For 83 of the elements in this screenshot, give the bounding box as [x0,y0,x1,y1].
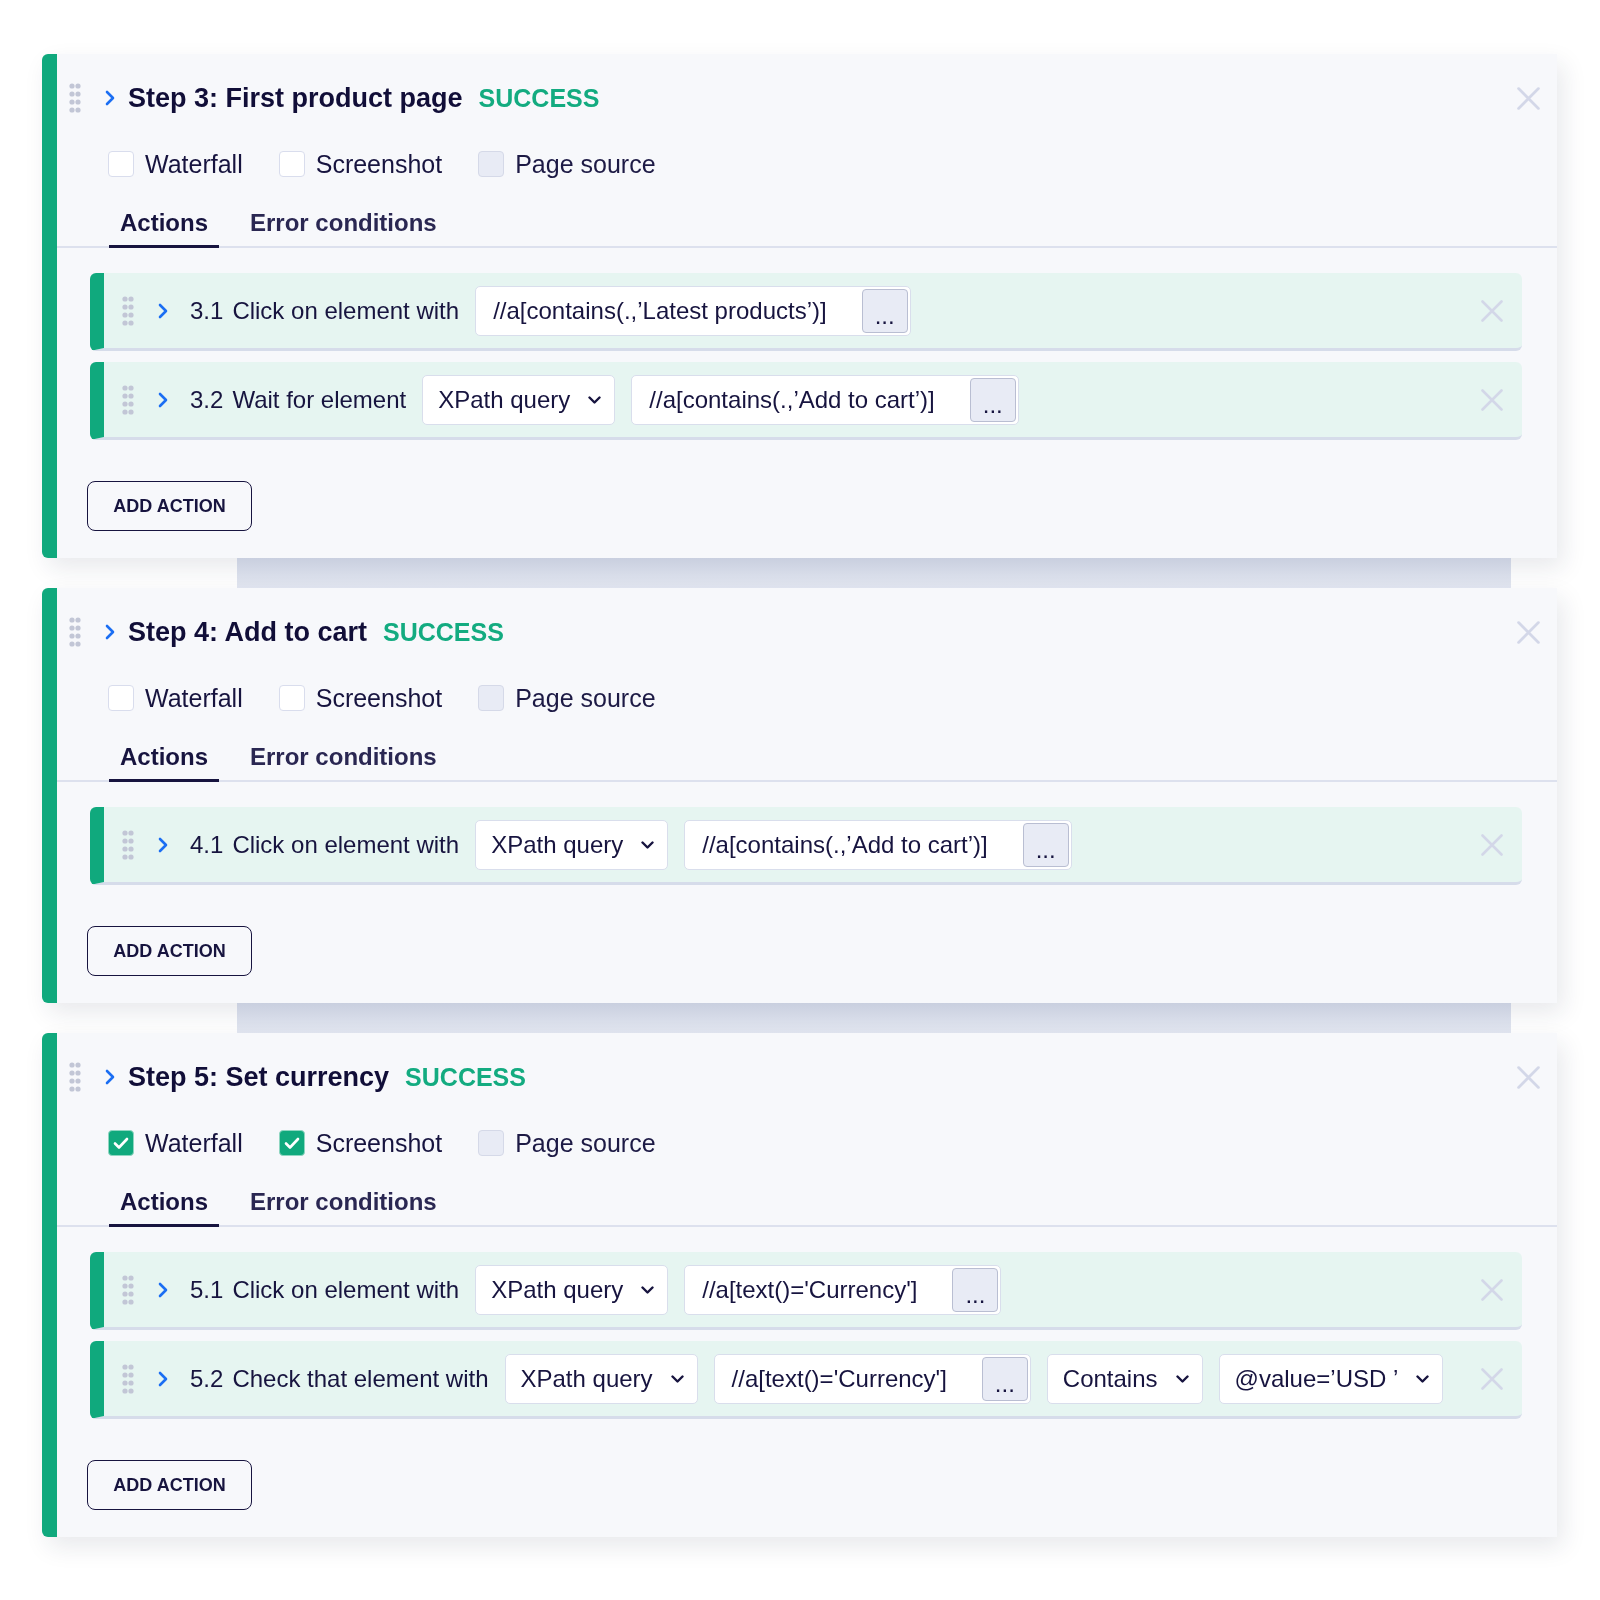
checkbox[interactable] [278,151,305,177]
status-label: SUCCESS [405,1062,526,1093]
more-options-button[interactable]: ... [969,377,1016,422]
dropdown[interactable]: XPath query [504,1353,698,1404]
close-icon[interactable] [1517,86,1540,110]
caret-down-icon [641,1285,655,1294]
tab[interactable]: Actions [109,735,219,782]
drag-handle-icon[interactable] [69,82,81,114]
chevron-right-icon[interactable] [158,391,168,408]
action-label: Wait for element [232,384,407,415]
close-icon[interactable] [1517,1065,1540,1089]
more-options-button[interactable]: ... [1022,822,1069,867]
dropdown[interactable]: @value=’USD ’ [1218,1353,1444,1404]
drag-handle-icon[interactable] [122,1362,134,1395]
drag-handle-icon[interactable] [122,1273,134,1306]
checkbox-label: Page source [515,149,656,179]
more-options-button[interactable]: ... [952,1267,999,1312]
action-label: Click on element with [232,295,460,326]
action-label: Click on element with [232,1274,460,1305]
add-action-button[interactable]: ADD ACTION [87,926,252,976]
step-title: Step 3: First product page [128,82,463,114]
chevron-right-icon[interactable] [158,836,168,853]
checkbox-label: Waterfall [145,1128,243,1158]
checkbox-label: Page source [515,1128,656,1158]
checkbox[interactable] [278,685,305,711]
checkbox[interactable] [278,1130,305,1156]
caret-down-icon [1416,1374,1430,1383]
action-number: 5.2 [190,1363,224,1394]
action-number: 3.2 [190,384,224,415]
tab[interactable]: Actions [109,201,219,248]
checkbox-label: Screenshot [315,1128,443,1158]
chevron-right-icon[interactable] [158,1281,168,1298]
checkbox-label: Waterfall [145,683,243,713]
chevron-right-icon[interactable] [105,1069,115,1085]
close-icon[interactable] [1481,1278,1503,1301]
checkbox-label: Screenshot [315,683,443,713]
add-action-button[interactable]: ADD ACTION [87,481,252,531]
step-title: Step 5: Set currency [128,1061,390,1093]
close-icon[interactable] [1481,833,1503,856]
drag-handle-icon[interactable] [122,828,134,861]
status-label: SUCCESS [478,83,600,114]
checkmark-icon [113,1136,129,1150]
chevron-right-icon[interactable] [158,302,168,319]
chevron-right-icon[interactable] [158,1370,168,1387]
status-label: SUCCESS [383,617,504,648]
caret-down-icon [588,395,602,404]
close-icon[interactable] [1481,388,1503,411]
tab[interactable]: Actions [109,1180,219,1227]
checkbox-label: Waterfall [145,149,243,179]
caret-down-icon [641,840,655,849]
checkmark-icon [283,1136,300,1150]
checkbox-label: Screenshot [315,149,443,179]
action-label: Check that element with [232,1363,489,1394]
drag-handle-icon[interactable] [122,383,134,416]
dropdown[interactable]: XPath query [475,819,669,870]
dropdown[interactable]: XPath query [475,1264,669,1315]
more-options-button[interactable]: ... [981,1356,1028,1401]
step-title: Step 4: Add to cart [128,616,368,648]
close-icon[interactable] [1517,620,1540,644]
dropdown[interactable]: Contains [1046,1353,1203,1404]
action-number: 3.1 [190,295,224,326]
checkbox[interactable] [108,1130,134,1156]
tab[interactable]: Error conditions [239,735,448,782]
chevron-right-icon[interactable] [105,90,115,106]
action-number: 4.1 [190,829,224,860]
checkbox[interactable] [108,151,134,177]
chevron-right-icon[interactable] [105,624,115,640]
close-icon[interactable] [1481,299,1503,322]
drag-handle-icon[interactable] [69,616,81,648]
more-options-button[interactable]: ... [861,288,908,333]
caret-down-icon [670,1374,684,1383]
checkbox[interactable] [108,685,134,711]
checkbox-label: Page source [515,683,656,713]
dropdown[interactable]: XPath query [422,374,616,425]
action-label: Click on element with [232,829,460,860]
drag-handle-icon[interactable] [69,1061,81,1093]
add-action-button[interactable]: ADD ACTION [87,1460,252,1510]
close-icon[interactable] [1481,1367,1503,1390]
caret-down-icon [1175,1374,1189,1383]
tab[interactable]: Error conditions [239,201,448,248]
action-number: 5.1 [190,1274,224,1305]
drag-handle-icon[interactable] [122,294,134,327]
tab[interactable]: Error conditions [239,1180,448,1227]
